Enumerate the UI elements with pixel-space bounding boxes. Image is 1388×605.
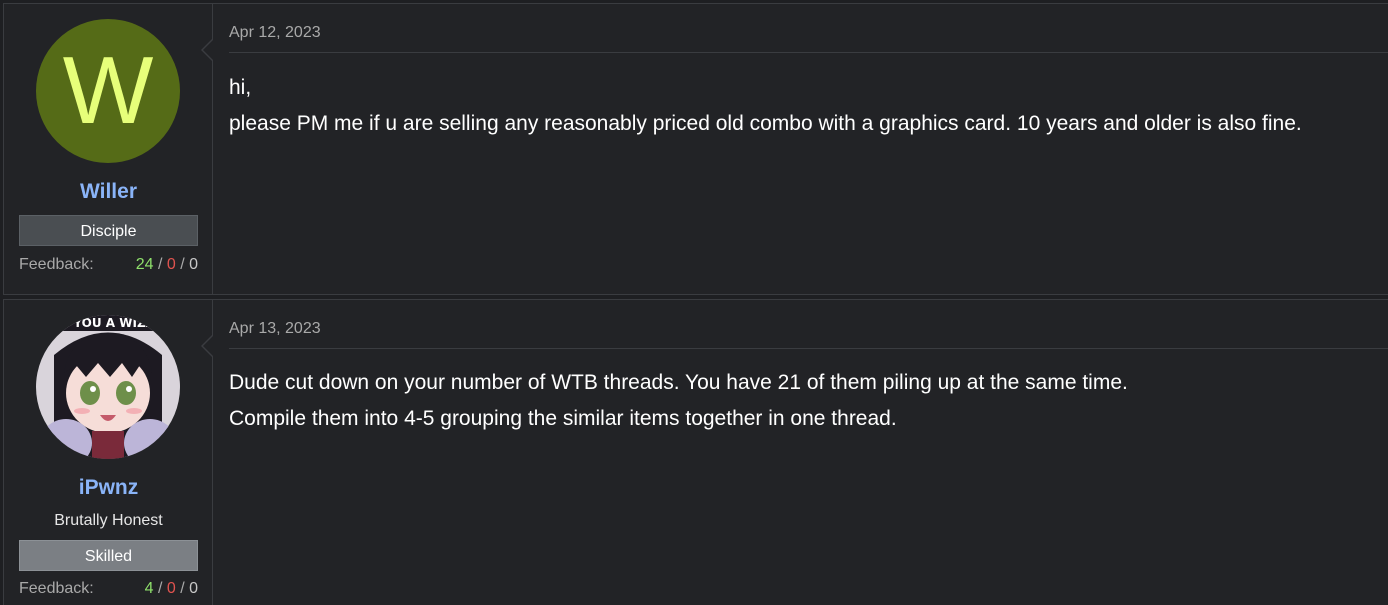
post: W Willer Disciple Feedback: 24 / 0 / 0 A… bbox=[3, 3, 1388, 295]
feedback-positive[interactable]: 24 bbox=[136, 256, 154, 273]
username[interactable]: Willer bbox=[4, 180, 213, 204]
post-body-line: hi, bbox=[229, 76, 252, 99]
user-info: W Willer Disciple Feedback: 24 / 0 / 0 bbox=[4, 4, 213, 294]
feedback-label: Feedback: bbox=[19, 256, 94, 273]
anime-avatar-image: E YOU A WIZA bbox=[36, 315, 180, 459]
user-arrow bbox=[201, 334, 214, 358]
feedback-values[interactable]: 24 / 0 / 0 bbox=[136, 256, 198, 274]
feedback-label: Feedback: bbox=[19, 580, 94, 597]
post: E YOU A WIZA iPwnz Brutally Honest Skill… bbox=[3, 299, 1388, 605]
username[interactable]: iPwnz bbox=[4, 476, 213, 500]
post-header-divider bbox=[229, 348, 1388, 349]
user-title: Brutally Honest bbox=[54, 512, 163, 529]
post-body-line: please PM me if u are selling any reason… bbox=[229, 112, 1302, 135]
post-body-line: Compile them into 4-5 grouping the simil… bbox=[229, 407, 897, 430]
user-info: E YOU A WIZA iPwnz Brutally Honest Skill… bbox=[4, 300, 213, 605]
feedback-neutral[interactable]: 0 bbox=[189, 256, 198, 273]
user-rank-badge: Skilled bbox=[19, 540, 198, 571]
feedback-neutral[interactable]: 0 bbox=[189, 580, 198, 597]
user-arrow bbox=[201, 38, 214, 62]
user-rank-badge: Disciple bbox=[19, 215, 198, 246]
svg-text:E YOU A WIZA: E YOU A WIZA bbox=[61, 316, 156, 330]
feedback-values[interactable]: 4 / 0 / 0 bbox=[145, 580, 198, 598]
post-header-divider bbox=[229, 52, 1388, 53]
feedback-negative[interactable]: 0 bbox=[167, 580, 176, 597]
post-body-line: Dude cut down on your number of WTB thre… bbox=[229, 371, 1128, 394]
avatar[interactable]: E YOU A WIZA bbox=[36, 315, 180, 459]
thread: W Willer Disciple Feedback: 24 / 0 / 0 A… bbox=[0, 0, 1388, 605]
feedback-positive[interactable]: 4 bbox=[145, 580, 154, 597]
post-date[interactable]: Apr 13, 2023 bbox=[229, 320, 321, 338]
post-date[interactable]: Apr 12, 2023 bbox=[229, 24, 321, 42]
feedback-summary: Feedback: 24 / 0 / 0 bbox=[19, 256, 198, 274]
feedback-summary: Feedback: 4 / 0 / 0 bbox=[19, 580, 198, 598]
feedback-negative[interactable]: 0 bbox=[167, 256, 176, 273]
avatar[interactable]: W bbox=[36, 19, 180, 163]
